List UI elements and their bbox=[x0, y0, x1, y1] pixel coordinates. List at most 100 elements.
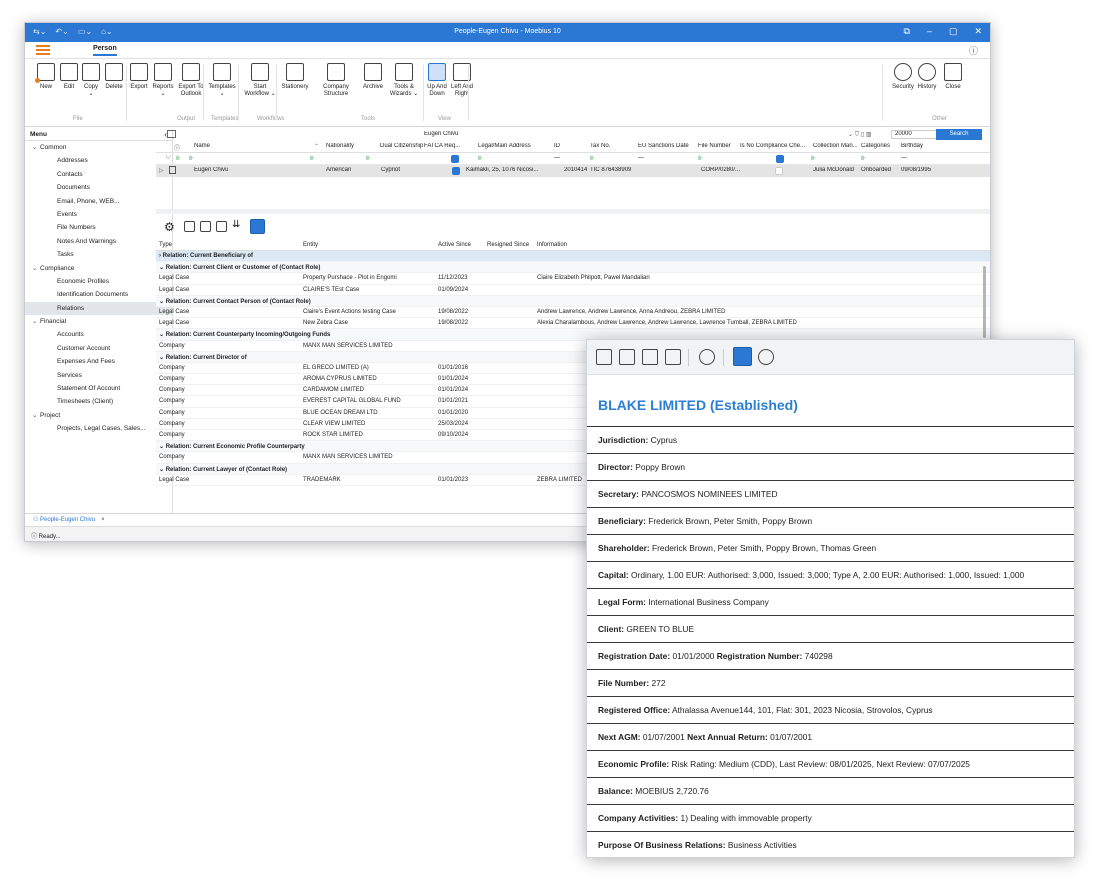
filter-op-icon[interactable]: ⊪ bbox=[366, 155, 371, 162]
sidebar-item[interactable]: Documents bbox=[25, 181, 172, 194]
sidebar-category[interactable]: ⌄ Compliance bbox=[25, 262, 172, 275]
sidebar-item[interactable]: Timesheets (Client) bbox=[25, 395, 172, 408]
table-row[interactable]: Legal Case CLAIRE'S TEst Case 01/09/2024 bbox=[156, 285, 990, 296]
help-icon[interactable]: ⓘ bbox=[969, 44, 978, 57]
export-button[interactable]: Export bbox=[128, 63, 150, 91]
fatca-checkbox[interactable] bbox=[452, 167, 460, 175]
sidebar-item[interactable]: Statement Of Account bbox=[25, 382, 172, 395]
tools-button[interactable]: Tools & Wizards ⌄ bbox=[388, 63, 420, 98]
column-chooser-icon[interactable] bbox=[167, 130, 176, 138]
print-icon[interactable] bbox=[619, 349, 635, 365]
filter-op-icon[interactable]: ⊪ bbox=[189, 155, 194, 162]
left-right-button[interactable]: Left And Right bbox=[450, 63, 474, 98]
grid-view-icon[interactable] bbox=[250, 219, 265, 234]
maximize-icon[interactable]: ▢ bbox=[949, 26, 958, 37]
column-header[interactable]: EU Sanctions Date bbox=[638, 143, 689, 149]
close-button[interactable]: Close bbox=[941, 63, 965, 91]
edit-icon[interactable] bbox=[216, 221, 227, 232]
new-button[interactable]: New bbox=[35, 63, 57, 91]
sidebar-item[interactable]: Events bbox=[25, 208, 172, 221]
fatca-filter-checkbox[interactable] bbox=[451, 155, 459, 163]
tab-person[interactable]: Person bbox=[93, 45, 117, 56]
sidebar-item[interactable]: Economic Profiles bbox=[25, 275, 172, 288]
sort-icon[interactable]: ⌃ bbox=[314, 143, 319, 150]
column-header[interactable]: Entity bbox=[303, 242, 318, 248]
refresh-icon[interactable] bbox=[699, 349, 715, 365]
filter-op-icon[interactable]: ⊪ bbox=[478, 155, 483, 162]
structure-button[interactable]: Company Structure bbox=[319, 63, 353, 98]
templates-button[interactable]: Templates ⌄ bbox=[207, 63, 237, 98]
minimize-icon[interactable]: – bbox=[927, 26, 932, 37]
column-header[interactable]: Dual Citizenship bbox=[380, 143, 423, 149]
table-row[interactable]: Legal Case Claire's Event Actions testing… bbox=[156, 307, 990, 319]
paste-icon[interactable] bbox=[665, 349, 681, 365]
chevron-down-icon[interactable]: ⌄ bbox=[32, 409, 40, 422]
sidebar-item[interactable]: Services bbox=[25, 369, 172, 382]
settings-icon[interactable]: ⚙ bbox=[164, 220, 175, 234]
filter-op-icon[interactable]: ⊪ bbox=[811, 155, 816, 162]
sidebar-category[interactable]: ⌄ Project bbox=[25, 409, 172, 422]
window-close-icon[interactable]: ✕ bbox=[974, 26, 982, 37]
sidebar-category[interactable]: ⌄ Financial bbox=[25, 315, 172, 328]
sidebar-item[interactable]: Accounts bbox=[25, 328, 172, 341]
stationery-button[interactable]: Stationery bbox=[280, 63, 310, 91]
sidebar-item[interactable]: Notes And Warnings bbox=[25, 235, 172, 248]
chevron-down-icon[interactable]: ⌄ bbox=[32, 141, 40, 154]
filter-op-icon[interactable]: ⊪ bbox=[176, 155, 181, 162]
expand-row-icon[interactable]: ▷ bbox=[159, 167, 164, 174]
compliance-filter-checkbox[interactable] bbox=[776, 155, 784, 163]
security-button[interactable]: Security bbox=[891, 63, 915, 91]
group-row[interactable]: › Relation: Current Beneficiary of bbox=[156, 251, 990, 263]
sidebar-item[interactable]: Projects, Legal Cases, Sales... bbox=[25, 422, 172, 435]
close-tab-icon[interactable]: × bbox=[101, 517, 105, 523]
filter-op-icon[interactable]: — bbox=[638, 155, 644, 161]
delete-button[interactable]: Delete bbox=[103, 63, 125, 91]
hamburger-menu-icon[interactable] bbox=[36, 45, 50, 55]
sidebar-item[interactable]: Tasks bbox=[25, 248, 172, 261]
sidebar-item[interactable]: Customer Account bbox=[25, 342, 172, 355]
up-down-button[interactable]: Up And Down bbox=[425, 63, 449, 98]
document-view-icon[interactable] bbox=[733, 347, 752, 366]
column-header[interactable]: Is No Compliance Che... bbox=[740, 143, 805, 149]
chevron-down-icon[interactable]: ⌄ bbox=[32, 262, 40, 275]
column-header[interactable]: Birthday bbox=[901, 143, 923, 149]
chevron-down-icon[interactable]: ⌄ bbox=[32, 315, 40, 328]
archive-button[interactable]: Archive bbox=[359, 63, 387, 91]
filter-icon[interactable]: ⌄ ⛉ ▯ ▥ bbox=[848, 131, 872, 139]
sidebar-item[interactable]: File Numbers bbox=[25, 221, 172, 234]
column-header[interactable]: Collection Man... bbox=[813, 143, 858, 149]
sidebar-item[interactable]: Identification Documents bbox=[25, 288, 172, 301]
column-header[interactable]: Resigned Since bbox=[487, 242, 529, 248]
filter-op-icon[interactable]: — bbox=[554, 155, 560, 161]
column-header[interactable]: Tax No. bbox=[590, 143, 610, 149]
group-row[interactable]: ⌄ Relation: Current Contact Person of (C… bbox=[156, 295, 990, 307]
vertical-scrollbar[interactable] bbox=[983, 266, 986, 338]
reports-button[interactable]: Reports ⌄ bbox=[152, 63, 174, 98]
search-button[interactable]: Search bbox=[936, 129, 982, 140]
restore-layout-icon[interactable]: ⧉ bbox=[903, 26, 909, 37]
search-input[interactable]: Eugen Chivu bbox=[424, 131, 458, 137]
column-header[interactable]: Active Since bbox=[438, 242, 471, 248]
filter-op-icon[interactable]: ⊪ bbox=[698, 155, 703, 162]
column-header[interactable]: Information bbox=[537, 242, 567, 248]
copy-icon[interactable] bbox=[200, 221, 211, 232]
filter-row[interactable]: ⛉ ⊪ ⊪ ⊪ ⊪ ⊪ — ⊪ — ⊪ ⊪ ⊪ — bbox=[156, 153, 990, 165]
doc-tab-people[interactable]: ⚇ People-Eugen Chivu × bbox=[33, 516, 105, 523]
column-header[interactable]: Nationality bbox=[326, 143, 354, 149]
sidebar-item[interactable]: Expenses And Fees bbox=[25, 355, 172, 368]
column-header[interactable]: Name bbox=[194, 143, 210, 149]
edit-button[interactable]: Edit bbox=[58, 63, 80, 91]
filter-op-icon[interactable]: — bbox=[901, 155, 907, 161]
group-row[interactable]: ⌄ Relation: Current Client or Customer o… bbox=[156, 262, 990, 274]
column-header[interactable]: ID bbox=[554, 143, 560, 149]
table-row[interactable]: Legal Case Property Purshace - Plot in En… bbox=[156, 273, 990, 285]
workflow-button[interactable]: Start Workflow ⌄ bbox=[241, 63, 279, 98]
column-header[interactable]: File Number bbox=[698, 143, 731, 149]
compliance-checkbox[interactable] bbox=[775, 167, 783, 175]
filter-op-icon[interactable]: ⊪ bbox=[861, 155, 866, 162]
column-header[interactable]: Legal/Main Address bbox=[478, 143, 531, 149]
sort-order-icon[interactable]: ⇊ bbox=[232, 219, 243, 230]
copy-button[interactable]: Copy ⌄ bbox=[80, 63, 102, 98]
history-button[interactable]: History bbox=[915, 63, 939, 91]
sidebar-item[interactable]: Relations bbox=[25, 301, 172, 316]
